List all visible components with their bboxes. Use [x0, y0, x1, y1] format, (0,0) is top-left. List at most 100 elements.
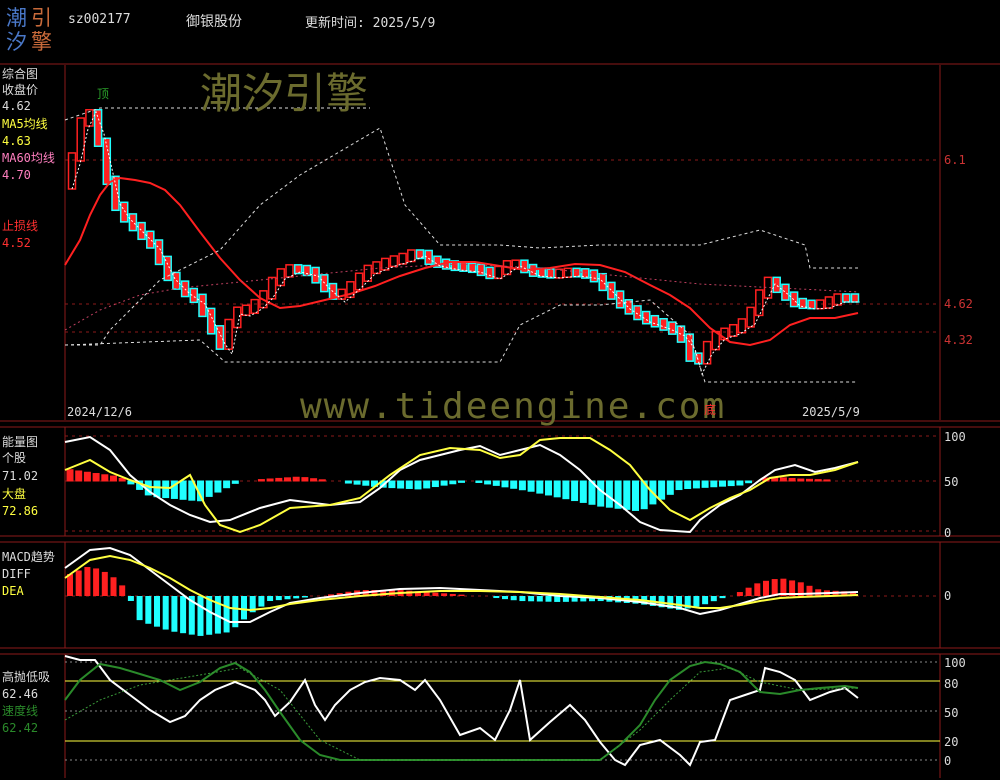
logo-char-1: 潮	[6, 6, 27, 30]
energy-bar	[597, 480, 605, 507]
macd-bar	[545, 596, 552, 602]
macd-bar	[771, 579, 778, 596]
candle	[781, 283, 790, 301]
energy-bar	[405, 480, 413, 489]
energy-bar	[727, 480, 735, 487]
dea-label: DEA	[2, 584, 24, 598]
candle	[407, 249, 416, 263]
candle	[93, 109, 103, 147]
energy-bar	[797, 478, 805, 482]
energy-bar	[527, 480, 535, 492]
energy-bar	[362, 480, 370, 486]
macd-bar	[145, 596, 152, 624]
energy-bar	[701, 480, 709, 488]
macd-bar	[154, 596, 160, 627]
ma5-value: 4.63	[2, 134, 31, 148]
macd-bar	[763, 580, 769, 596]
energy-bar	[823, 479, 831, 482]
macd-bar	[110, 577, 117, 596]
candle	[842, 293, 851, 303]
macd-bar	[162, 596, 169, 630]
macd-bar	[493, 596, 500, 599]
bottom-marker: 底	[704, 403, 717, 417]
macd-axis-0: 0	[944, 589, 952, 603]
energy-bar	[318, 479, 326, 482]
candle	[598, 272, 607, 292]
energy-bar	[162, 480, 170, 499]
macd-bar	[519, 596, 526, 602]
energy-bar	[397, 480, 405, 489]
macd-bar	[284, 596, 291, 600]
candle	[224, 318, 233, 350]
macd-bar	[441, 593, 448, 596]
energy-bar	[579, 480, 587, 503]
stop-loss-label: 止损线	[2, 219, 39, 233]
energy-bar	[806, 478, 813, 482]
candle	[198, 293, 207, 318]
logo-char-3: 汐	[6, 30, 27, 54]
energy-market-label: 大盘	[2, 487, 27, 501]
macd-panel-title: MACD趋势	[2, 550, 55, 564]
energy-bar	[736, 480, 744, 486]
energy-bar	[223, 480, 231, 489]
macd-bar	[301, 596, 308, 598]
energy-bar	[458, 480, 465, 483]
channel-upper-line	[65, 127, 858, 346]
end-date: 2025/5/9	[802, 405, 860, 419]
energy-bar	[623, 480, 631, 510]
candle	[789, 291, 799, 308]
candle	[250, 298, 259, 315]
energy-bar	[692, 480, 700, 489]
macd-bar	[127, 596, 134, 601]
energy-bar	[75, 470, 83, 482]
price-axis-tick-2: 4.62	[944, 297, 973, 311]
candle	[633, 305, 642, 321]
energy-bar	[814, 479, 822, 482]
macd-bar	[449, 593, 456, 596]
energy-bar	[292, 476, 300, 482]
macd-bar	[67, 574, 73, 596]
candle	[241, 304, 251, 316]
kdj-panel-title: 高抛低吸	[2, 670, 51, 684]
energy-bar	[83, 471, 91, 482]
macd-bar	[75, 570, 82, 596]
energy-bar	[110, 475, 117, 482]
candle	[85, 109, 94, 127]
macd-bar	[197, 596, 204, 636]
energy-bar	[423, 480, 431, 489]
candle	[285, 264, 294, 278]
macd-bar	[502, 596, 508, 600]
macd-bar	[510, 596, 517, 601]
energy-bar	[745, 480, 753, 484]
macd-bar	[275, 596, 282, 601]
energy-bar	[431, 480, 439, 488]
macd-bar	[119, 585, 126, 596]
energy-bar	[710, 480, 718, 488]
watermark-brand: 潮汐引擎	[200, 69, 369, 118]
energy-bar	[414, 480, 422, 490]
candle	[607, 281, 616, 300]
energy-bar	[571, 480, 579, 502]
candle	[563, 267, 573, 278]
macd-bar	[180, 596, 187, 634]
candle	[746, 306, 755, 328]
macd-bar	[241, 596, 247, 620]
logo-char-4: 擎	[31, 30, 52, 54]
candle	[476, 263, 486, 277]
candle	[572, 267, 581, 278]
candle	[354, 272, 364, 291]
macd-bar	[432, 592, 439, 596]
kdj-value-2: 62.42	[2, 721, 39, 735]
macd-bar	[528, 596, 535, 602]
energy-bar	[449, 480, 457, 485]
energy-bar	[344, 480, 352, 484]
speed-label: 速度线	[2, 704, 39, 718]
energy-bar	[510, 480, 518, 489]
energy-bar	[605, 480, 613, 508]
candle	[615, 290, 625, 309]
energy-bar	[284, 477, 291, 482]
update-time: 更新时间: 2025/5/9	[305, 16, 436, 31]
kdj-value-1: 62.46	[2, 687, 39, 701]
energy-stock-value: 71.02	[2, 469, 39, 483]
candle	[293, 264, 303, 275]
